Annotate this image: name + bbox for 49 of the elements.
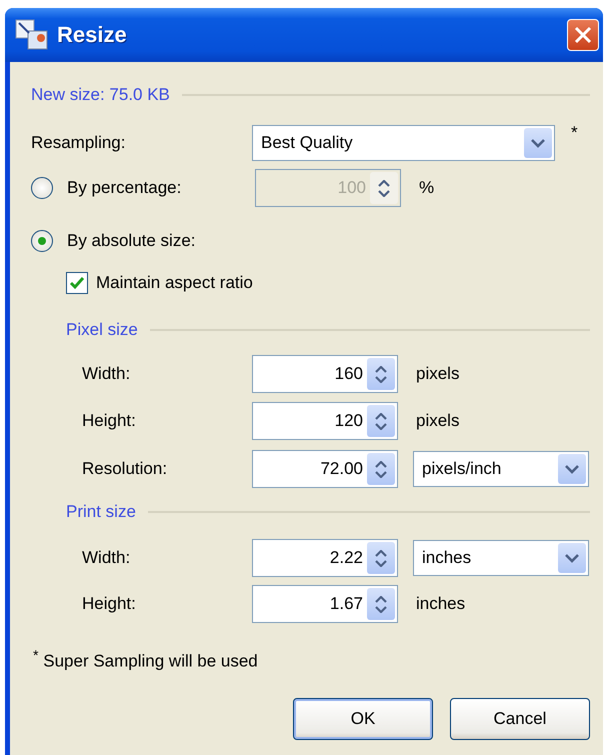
radio-label[interactable]: By absolute size: xyxy=(67,231,196,251)
unit-label: % xyxy=(419,178,434,198)
section-title: Pixel size xyxy=(66,320,138,340)
resampling-label: Resampling: xyxy=(31,133,126,153)
chevron-down-icon xyxy=(565,464,579,474)
close-icon xyxy=(574,26,592,44)
unit-label: inches xyxy=(416,594,466,614)
spin-down-icon[interactable] xyxy=(375,376,387,382)
field-label: Width: xyxy=(82,548,132,568)
image-resize-icon xyxy=(15,19,49,51)
resampling-dropdown[interactable]: Best Quality xyxy=(252,125,555,161)
dropdown-button[interactable] xyxy=(558,454,586,484)
radio-button[interactable] xyxy=(31,230,53,252)
unit-label: pixels xyxy=(416,364,460,384)
window-title: Resize xyxy=(57,22,128,48)
checkbox[interactable] xyxy=(66,272,88,294)
number-field[interactable]: 72.00 xyxy=(252,450,398,488)
field-label: Height: xyxy=(82,594,137,614)
number-field[interactable]: 1.67 xyxy=(252,585,398,623)
new-size-label: New size: 75.0 KB xyxy=(31,85,170,105)
dialog-button[interactable]: Cancel xyxy=(450,698,590,740)
chevron-down-icon xyxy=(531,138,545,148)
checkbox-label[interactable]: Maintain aspect ratio xyxy=(96,273,253,293)
spin-down-icon[interactable] xyxy=(375,606,387,612)
section-title: Print size xyxy=(66,502,136,522)
number-field[interactable]: 160 xyxy=(252,355,398,393)
number-field[interactable]: 2.22 xyxy=(252,539,398,577)
spin-up-icon[interactable] xyxy=(375,460,387,468)
spin-down-icon[interactable] xyxy=(375,560,387,566)
spin-up-icon[interactable] xyxy=(375,412,387,420)
note-mark: * xyxy=(571,123,578,143)
spin-up-icon[interactable] xyxy=(375,366,387,372)
footnote-text: $^{*}$ Super Sampling will be used xyxy=(33,648,258,672)
unit-dropdown[interactable]: pixels/inch xyxy=(413,451,589,487)
spin-down-icon[interactable] xyxy=(375,422,387,430)
field-label: Height: xyxy=(82,411,137,431)
number-field[interactable]: 120 xyxy=(252,402,398,440)
spin-up-icon[interactable] xyxy=(375,550,387,556)
spin-down-icon[interactable] xyxy=(375,470,387,478)
dialog-button[interactable]: OK xyxy=(293,698,433,740)
field-label: Width: xyxy=(82,364,132,384)
unit-dropdown[interactable]: inches xyxy=(413,540,589,576)
dropdown-button[interactable] xyxy=(558,543,586,573)
field-label: Resolution: xyxy=(82,459,168,479)
close-button[interactable] xyxy=(567,19,599,51)
dropdown-button[interactable] xyxy=(524,128,552,158)
unit-label: pixels xyxy=(416,411,460,431)
spin-up-icon[interactable] xyxy=(375,596,387,602)
chevron-down-icon xyxy=(565,554,579,562)
